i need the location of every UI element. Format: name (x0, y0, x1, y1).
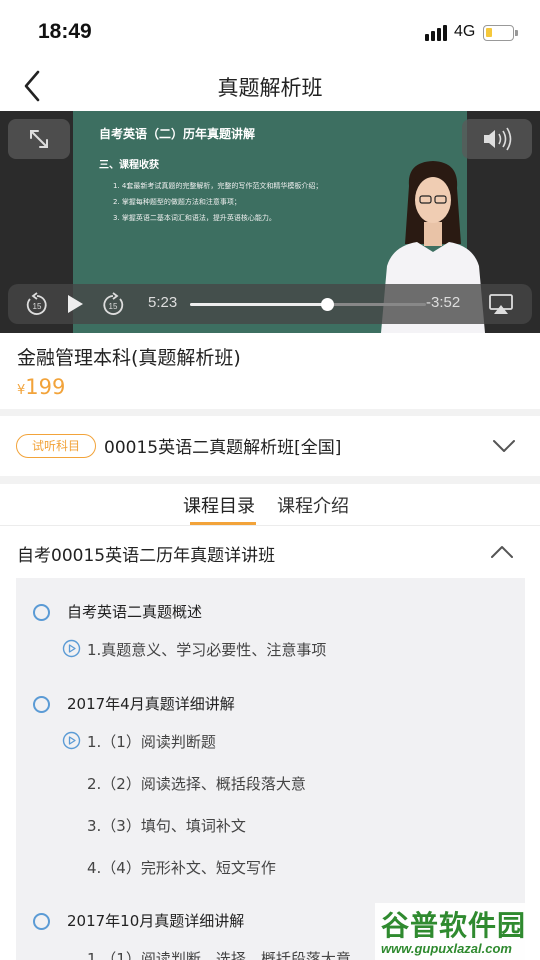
divider (0, 476, 540, 484)
trial-badge: 试听科目 (16, 434, 96, 458)
slide-item: 2. 掌握每种题型的做题方法和注意事项； (113, 198, 241, 206)
chapter-item[interactable]: 2017年4月真题详细讲解 (16, 689, 525, 719)
status-bar: 18:49 4G (0, 0, 540, 66)
slide-title: 自考英语（二）历年真题讲解 (99, 127, 256, 141)
nav-bar: 真题解析班 (0, 66, 540, 110)
chapter-title: 2017年4月真题详细讲解 (67, 695, 235, 713)
slide-item: 1. 4套最新考试真题的完整解析，完整的写作范文和精华模板介绍； (113, 182, 323, 190)
course-header: 金融管理本科(真题解析班) ¥199 (0, 333, 540, 409)
volume-button[interactable] (462, 119, 532, 159)
playback-controls: 15 15 5:23 -3:52 (8, 284, 532, 324)
price-value: 199 (25, 375, 66, 399)
lesson-item[interactable]: 1.（1）阅读判断题 (16, 727, 525, 757)
forward-seconds: 15 (109, 302, 118, 311)
chapter-title: 2017年10月真题详细讲解 (67, 912, 245, 930)
network-type: 4G (454, 23, 476, 40)
play-circle-icon (62, 639, 81, 658)
page-title: 真题解析班 (217, 76, 323, 100)
signal-icon (425, 25, 449, 41)
chapter-title: 自考英语二真题概述 (67, 603, 203, 621)
remaining-time: -3:52 (426, 294, 461, 311)
seek-progress (190, 303, 327, 306)
chapter-circle-icon (33, 696, 50, 713)
course-price: ¥199 (17, 375, 65, 399)
seek-bar[interactable] (190, 298, 426, 311)
chevron-down-icon[interactable] (492, 438, 516, 454)
lesson-title: 3.（3）填句、填词补文 (87, 817, 246, 835)
watermark: 谷普软件园 www.gupuxlazal.com (375, 903, 540, 960)
divider (0, 409, 540, 416)
lesson-item[interactable]: 4.（4）完形补文、短文写作 (16, 853, 525, 883)
lesson-title: 4.（4）完形补文、短文写作 (87, 859, 276, 877)
rewind-seconds: 15 (33, 302, 42, 311)
active-tab-indicator (190, 522, 256, 525)
section-header[interactable]: 自考00015英语二历年真题详讲班 (0, 527, 540, 577)
chevron-up-icon[interactable] (490, 544, 514, 560)
lesson-title: 1.真题意义、学习必要性、注意事项 (87, 641, 327, 659)
lesson-item[interactable]: 2.（2）阅读选择、概括段落大意 (16, 769, 525, 799)
slide-item: 3. 掌握英语二基本词汇和语法，提升英语核心能力。 (113, 214, 276, 222)
battery-icon (483, 25, 518, 41)
airplay-icon[interactable] (488, 293, 514, 315)
lesson-title: 2.（2）阅读选择、概括段落大意 (87, 775, 306, 793)
lesson-title: 1.（1）阅读判断题 (87, 733, 216, 751)
chapter-circle-icon (33, 913, 50, 930)
slide-heading: 三、课程收获 (99, 160, 159, 171)
tab-introduction[interactable]: 课程介绍 (277, 492, 349, 518)
speaker-icon (484, 127, 512, 151)
course-name: 金融管理本科(真题解析班) (17, 347, 241, 369)
trial-subject-name: 00015英语二真题解析班[全国] (104, 438, 342, 458)
chapter-item[interactable]: 自考英语二真题概述 (16, 597, 525, 627)
lesson-item[interactable]: 1.真题意义、学习必要性、注意事项 (16, 635, 525, 665)
current-time: 5:23 (148, 294, 178, 311)
fullscreen-button[interactable] (8, 119, 70, 159)
forward-15-icon[interactable]: 15 (100, 292, 126, 318)
section-title: 自考00015英语二历年真题详讲班 (17, 546, 276, 566)
expand-icon (30, 130, 48, 148)
trial-subject-row[interactable]: 试听科目 00015英语二真题解析班[全国] (0, 416, 540, 476)
lesson-title: 1.（1）阅读判断、选择、概括段落大意 (87, 950, 351, 960)
status-time: 18:49 (38, 20, 92, 43)
play-icon[interactable] (64, 293, 86, 315)
rewind-15-icon[interactable]: 15 (24, 292, 50, 318)
seek-handle[interactable] (320, 298, 334, 311)
video-player[interactable]: 自考英语（二）历年真题讲解 三、课程收获 1. 4套最新考试真题的完整解析，完整… (0, 111, 540, 333)
chapter-circle-icon (33, 604, 50, 621)
play-circle-icon (62, 731, 81, 750)
tab-bar: 课程目录 课程介绍 (0, 484, 540, 526)
tab-catalog[interactable]: 课程目录 (183, 492, 255, 518)
watermark-url: www.gupuxlazal.com (381, 941, 512, 956)
watermark-logo: 谷普软件园 (381, 909, 527, 942)
lesson-item[interactable]: 3.（3）填句、填词补文 (16, 811, 525, 841)
